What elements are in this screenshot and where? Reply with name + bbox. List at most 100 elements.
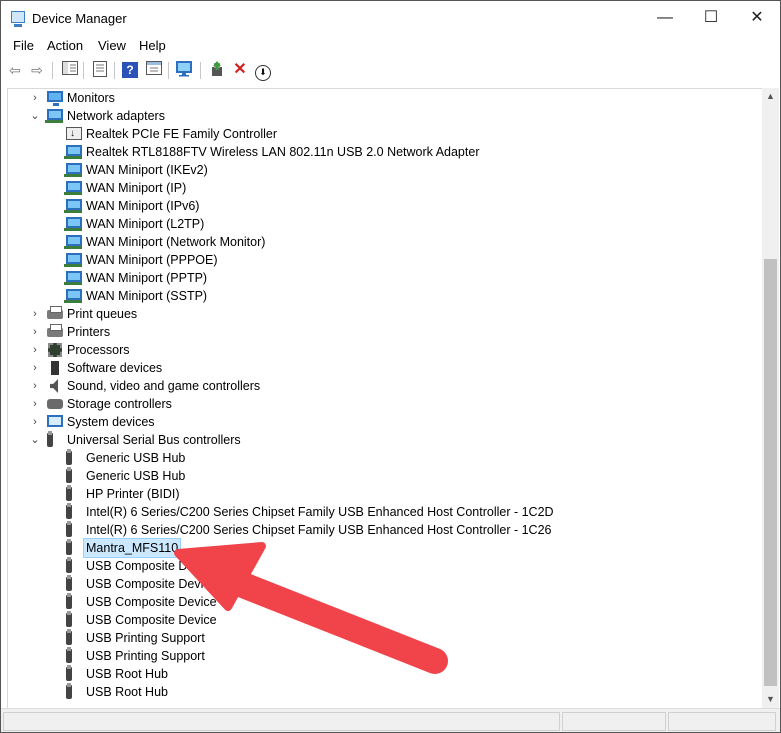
scan-hardware-icon[interactable] — [176, 61, 194, 79]
device-tree: › Monitors ⌄ Network adapters Realtek PC… — [7, 88, 779, 709]
tree-item-label: Universal Serial Bus controllers — [67, 433, 241, 447]
storage-icon — [47, 399, 63, 409]
tree-item-label: WAN Miniport (IKEv2) — [86, 163, 208, 177]
network-adapter-icon — [64, 235, 82, 249]
network-adapter-icon — [64, 181, 82, 195]
tree-item-label: Processors — [67, 343, 130, 357]
uninstall-device-icon[interactable]: ✕ — [231, 61, 249, 79]
tree-item-label: Print queues — [67, 307, 138, 321]
expand-chevron-icon[interactable]: › — [30, 413, 40, 431]
tree-item-label: WAN Miniport (Network Monitor) — [86, 235, 266, 249]
tree-item-label: WAN Miniport (SSTP) — [86, 289, 208, 303]
tree-item-label: USB Composite Device — [86, 559, 217, 573]
usb-icon — [66, 503, 72, 519]
back-arrow-icon[interactable]: ⇦ — [6, 61, 24, 79]
expand-chevron-icon[interactable]: › — [30, 341, 40, 359]
help-icon[interactable]: ? — [122, 62, 138, 78]
tree-item-label: Monitors — [67, 91, 115, 105]
speaker-icon — [50, 379, 58, 393]
collapse-chevron-icon[interactable]: ⌄ — [30, 107, 40, 125]
tree-item-label: USB Composite Device — [86, 577, 217, 591]
menu-action[interactable]: Action — [47, 38, 83, 53]
tree-item-label: Mantra_MFS110 — [83, 538, 182, 558]
expand-chevron-icon[interactable]: › — [30, 323, 40, 341]
usb-icon — [66, 557, 72, 573]
tree-item-label: WAN Miniport (IP) — [86, 181, 187, 195]
usb-icon — [66, 647, 72, 663]
properties-icon[interactable] — [91, 61, 109, 79]
tree-item-label: Generic USB Hub — [86, 469, 186, 483]
usb-icon — [66, 683, 72, 699]
status-bar-pane — [562, 712, 666, 731]
tree-item-label: USB Root Hub — [86, 667, 168, 681]
close-button[interactable]: ✕ — [734, 1, 780, 35]
toolbar-separator — [83, 62, 84, 79]
toolbar-separator — [114, 62, 115, 79]
tree-item-label: WAN Miniport (PPTP) — [86, 271, 208, 285]
scrollbar-thumb[interactable] — [764, 259, 777, 686]
tree-item-label: Software devices — [67, 361, 163, 375]
usb-icon — [66, 539, 72, 555]
tree-item-label: System devices — [67, 415, 155, 429]
toolbar: ⇦ ⇨ ? ✕ ⬇ — [1, 58, 780, 84]
network-card-icon — [66, 125, 82, 143]
title-bar: Device Manager — ☐ ✕ — [1, 1, 780, 35]
printer-icon — [47, 324, 63, 337]
tree-item-label: USB Printing Support — [86, 631, 205, 645]
tree-item-label: WAN Miniport (L2TP) — [86, 217, 205, 231]
network-adapter-icon — [45, 109, 63, 123]
show-hide-console-tree-icon[interactable] — [61, 61, 79, 79]
menu-help[interactable]: Help — [139, 38, 166, 53]
system-device-icon — [47, 415, 63, 427]
forward-arrow-icon[interactable]: ⇨ — [28, 61, 46, 79]
usb-icon — [47, 431, 53, 447]
usb-icon — [66, 467, 72, 483]
processor-icon — [48, 343, 62, 357]
update-driver-icon[interactable] — [208, 61, 226, 79]
menu-view[interactable]: View — [98, 38, 126, 53]
tree-item-label: Printers — [67, 325, 111, 339]
tree-item-label: WAN Miniport (IPv6) — [86, 199, 200, 213]
device-manager-icon — [11, 11, 25, 27]
tree-item-label: Sound, video and game controllers — [67, 379, 261, 393]
tree-item-label: Network adapters — [67, 109, 165, 123]
window-title: Device Manager — [32, 11, 127, 26]
download-driver-icon[interactable]: ⬇ — [254, 61, 272, 81]
scroll-down-arrow-icon[interactable]: ▼ — [762, 691, 779, 708]
tree-item-label: Storage controllers — [67, 397, 172, 411]
maximize-button[interactable]: ☐ — [688, 1, 734, 35]
network-adapter-icon — [64, 253, 82, 267]
device-manager-window: Device Manager — ☐ ✕ File Action View He… — [0, 0, 781, 733]
expand-chevron-icon[interactable]: › — [30, 305, 40, 323]
expand-chevron-icon[interactable]: › — [30, 89, 40, 107]
expand-chevron-icon[interactable]: › — [30, 377, 40, 395]
expand-chevron-icon[interactable]: › — [30, 359, 40, 377]
collapse-chevron-icon[interactable]: ⌄ — [30, 431, 40, 449]
usb-icon — [66, 485, 72, 501]
tree-item-label: WAN Miniport (PPPOE) — [86, 253, 218, 267]
toolbar-separator — [52, 62, 53, 79]
tree-item-label: USB Root Hub — [86, 685, 168, 699]
scroll-up-arrow-icon[interactable]: ▲ — [762, 88, 779, 105]
tree-item-label: Generic USB Hub — [86, 451, 186, 465]
usb-icon — [66, 629, 72, 645]
usb-icon — [66, 521, 72, 537]
toolbar-separator — [200, 62, 201, 79]
toolbar-separator — [168, 62, 169, 79]
vertical-scrollbar[interactable]: ▲ ▼ — [762, 88, 779, 708]
menu-file[interactable]: File — [13, 38, 34, 53]
minimize-button[interactable]: — — [642, 1, 688, 35]
tree-item-label: Realtek RTL8188FTV Wireless LAN 802.11n … — [86, 145, 480, 159]
network-adapter-icon — [64, 199, 82, 213]
tree-item-label: Realtek PCIe FE Family Controller — [86, 127, 278, 141]
status-bar-pane — [668, 712, 776, 731]
monitor-icon — [47, 91, 63, 106]
tree-item-label: USB Printing Support — [86, 649, 205, 663]
usb-icon — [66, 665, 72, 681]
usb-icon — [66, 611, 72, 627]
network-adapter-icon — [64, 163, 82, 177]
expand-chevron-icon[interactable]: › — [30, 395, 40, 413]
action-pane-icon[interactable] — [145, 61, 163, 79]
status-bar — [1, 708, 780, 732]
network-adapter-icon — [64, 217, 82, 231]
